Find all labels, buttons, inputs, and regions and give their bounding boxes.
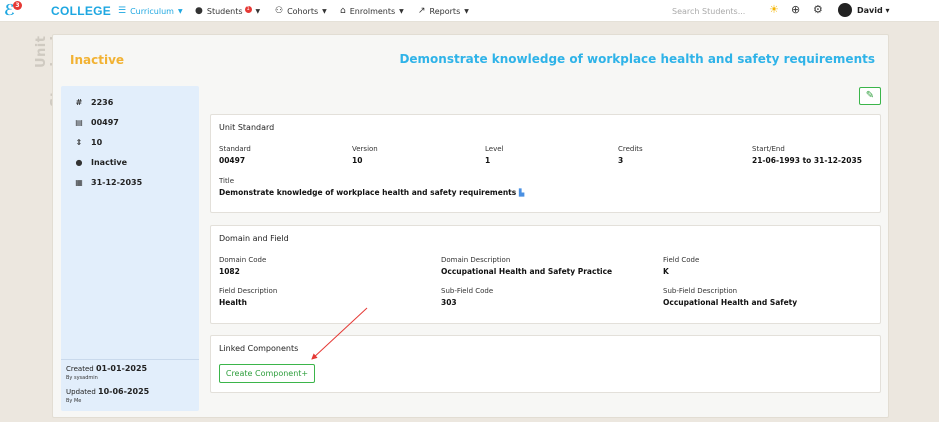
document-icon[interactable]: ▙	[519, 189, 524, 197]
unit-standard-section: Unit Standard Standard 00497 Version 10 …	[210, 114, 881, 213]
created-label: Created	[66, 365, 94, 373]
nav-cohorts[interactable]: ⚇ Cohorts ▼	[275, 6, 327, 16]
chevron-down-icon: ▼	[322, 7, 327, 15]
startend-label: Start/End	[752, 145, 785, 153]
chevron-down-icon: ▼	[177, 7, 183, 15]
updated-by: By Me	[66, 398, 82, 404]
info-row-status: ● Inactive	[75, 158, 128, 167]
students-badge: 1	[244, 5, 252, 13]
info-row-version: ⇕ 10	[75, 138, 103, 147]
nav-students-label: Students	[206, 6, 243, 16]
info-panel: # 2236 ▤ 00497 ⇕ 10 ● Inactive ▦ 31-12-2…	[61, 86, 199, 411]
edit-button[interactable]: ✎	[859, 87, 881, 105]
subfield-code-value: 303	[441, 298, 457, 307]
audit-footer: Created 01-01-2025 By sysadmin Updated 1…	[61, 359, 199, 411]
page-title: Demonstrate knowledge of workplace healt…	[399, 52, 875, 66]
globe-icon[interactable]: ⊕	[791, 3, 800, 16]
nav-reports[interactable]: ↗ Reports ▼	[418, 6, 469, 16]
brand-name[interactable]: COLLEGE	[51, 4, 111, 18]
section-title: Unit Standard	[219, 123, 275, 132]
subfield-desc-label: Sub-Field Description	[663, 287, 738, 295]
notification-badge: 3	[13, 1, 22, 10]
chevron-down-icon: ▼	[464, 7, 469, 15]
create-component-button[interactable]: Create Component+	[219, 364, 315, 383]
subfield-desc-value: Occupational Health and Safety	[663, 298, 798, 307]
sort-icon: ⇕	[75, 138, 83, 147]
chart-line-icon: ↗	[418, 6, 426, 16]
menu-icon: ☰	[118, 6, 127, 16]
standard-label: Standard	[219, 145, 251, 153]
info-row-standard: ▤ 00497	[75, 118, 119, 127]
field-code-label: Field Code	[663, 256, 700, 264]
version-value: 10	[352, 156, 363, 165]
created-line: Created 01-01-2025	[66, 364, 147, 373]
nav-reports-label: Reports	[429, 6, 461, 16]
credits-label: Credits	[618, 145, 643, 153]
domain-desc-label: Domain Description	[441, 256, 511, 264]
book-icon: ▤	[75, 118, 83, 127]
hash-icon: #	[75, 98, 83, 107]
status-heading: Inactive	[70, 53, 125, 67]
nav-curriculum-label: Curriculum	[130, 6, 174, 16]
user-name: David	[857, 6, 883, 15]
field-code-value: K	[663, 267, 669, 276]
created-by: By sysadmin	[66, 375, 98, 381]
pencil-icon: ✎	[865, 90, 875, 101]
question-circle-icon: ●	[75, 158, 83, 167]
info-version-value: 10	[91, 138, 103, 147]
user-icon: ●	[195, 6, 203, 16]
chevron-down-icon: ▼	[255, 7, 261, 15]
search-input[interactable]	[672, 4, 760, 18]
version-label: Version	[352, 145, 378, 153]
updated-line: Updated 10-06-2025	[66, 387, 149, 396]
title-label: Title	[219, 177, 235, 185]
credits-value: 3	[618, 156, 624, 165]
info-row-id: # 2236	[75, 98, 114, 107]
graduation-cap-icon: ⌂	[340, 6, 346, 16]
info-status-value: Inactive	[91, 158, 128, 167]
title-value-wrap: Demonstrate knowledge of workplace healt…	[219, 188, 524, 197]
updated-date: 10-06-2025	[98, 387, 150, 396]
nav-curriculum[interactable]: ☰ Curriculum ▼	[118, 6, 183, 16]
title-value: Demonstrate knowledge of workplace healt…	[219, 188, 517, 197]
unit-standard-card: Inactive Demonstrate knowledge of workpl…	[52, 34, 889, 418]
gear-icon[interactable]: ⚙	[813, 3, 823, 16]
sun-icon[interactable]: ☀	[769, 3, 779, 16]
level-label: Level	[485, 145, 504, 153]
field-desc-label: Field Description	[219, 287, 278, 295]
nav-cohorts-label: Cohorts	[287, 6, 319, 16]
updated-label: Updated	[66, 388, 96, 396]
startend-value: 21-06-1993 to 31-12-2035	[752, 156, 862, 165]
domain-field-section: Domain and Field Domain Code 1082 Domain…	[210, 225, 881, 324]
avatar[interactable]	[838, 3, 852, 17]
created-date: 01-01-2025	[95, 364, 148, 373]
domain-code-label: Domain Code	[219, 256, 267, 264]
info-row-date: ▦ 31-12-2035	[75, 178, 142, 187]
level-value: 1	[485, 156, 491, 165]
section-title: Domain and Field	[219, 234, 289, 243]
section-title: Linked Components	[219, 344, 299, 353]
nav-students[interactable]: ● Students 1 ▼	[195, 5, 261, 16]
domain-desc-value: Occupational Health and Safety Practice	[441, 267, 613, 276]
domain-code-value: 1082	[219, 267, 240, 276]
subfield-code-label: Sub-Field Code	[441, 287, 494, 295]
app-logo-icon[interactable]: ℰ 3	[4, 1, 22, 19]
chevron-down-icon: ▼	[399, 7, 404, 15]
info-id-value: 2236	[91, 98, 114, 107]
linked-components-section: Linked Components Create Component+	[210, 335, 881, 393]
field-desc-value: Health	[219, 298, 247, 307]
top-navbar: ℰ 3 COLLEGE ☰ Curriculum ▼ ● Students 1 …	[0, 0, 939, 22]
info-date-value: 31-12-2035	[91, 178, 143, 187]
nav-enrolments[interactable]: ⌂ Enrolments ▼	[340, 6, 404, 16]
user-menu[interactable]: David ▾	[857, 6, 890, 15]
standard-value: 00497	[219, 156, 246, 165]
info-standard-value: 00497	[91, 118, 119, 127]
users-icon: ⚇	[275, 6, 284, 16]
calendar-icon: ▦	[75, 178, 83, 187]
nav-enrolments-label: Enrolments	[349, 6, 396, 16]
